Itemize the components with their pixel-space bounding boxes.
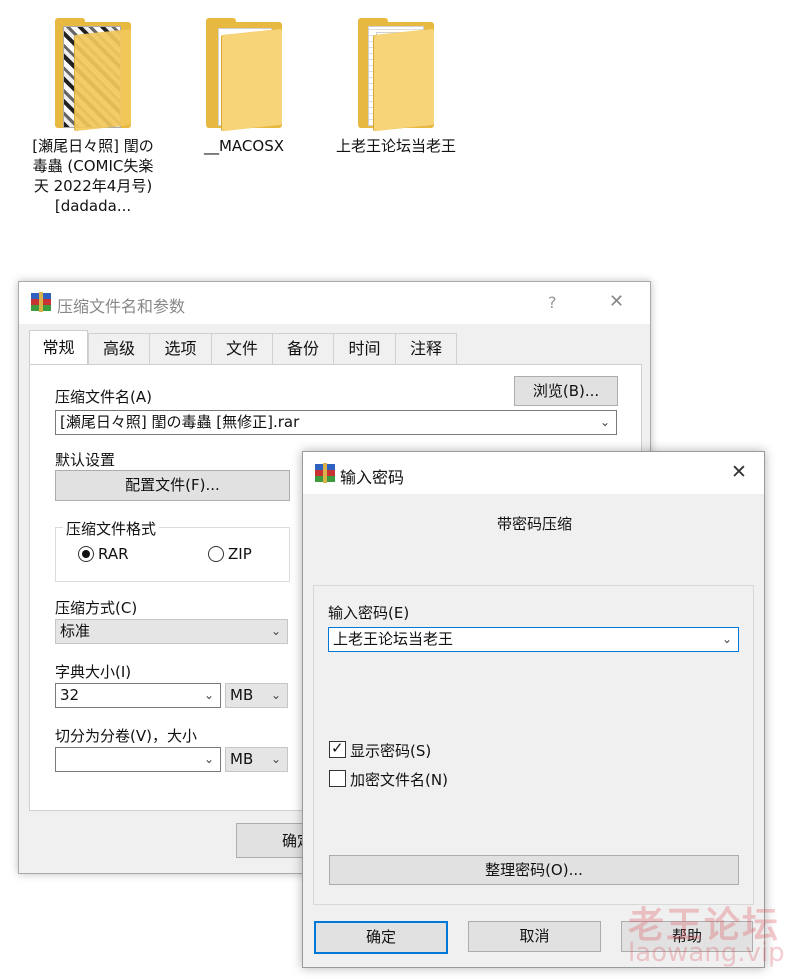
folder-macosx[interactable]: __MACOSX (179, 18, 309, 156)
method-select[interactable]: 标准 ⌄ (55, 619, 288, 644)
zip-label: ZIP (228, 545, 252, 563)
close-icon[interactable]: ✕ (609, 291, 624, 312)
folder-icon (204, 18, 284, 132)
folder-icon (356, 18, 436, 132)
winrar-icon (31, 292, 51, 312)
tab-files[interactable]: 文件 (211, 333, 273, 364)
chevron-down-icon: ⌄ (270, 688, 281, 702)
dict-unit-value: MB (230, 686, 254, 704)
title-bar: 输入密码 ✕ (303, 452, 764, 494)
ok-button[interactable]: 确定 (314, 921, 448, 954)
organize-passwords-button[interactable]: 整理密码(O)... (329, 855, 739, 885)
show-password-label: 显示密码(S) (350, 742, 432, 760)
folder-label: [瀬尾日々照] 閨の毒蟲 (COMIC失楽天 2022年4月号) [dadada… (32, 137, 154, 215)
password-label: 输入密码(E) (328, 604, 410, 622)
split-unit-select[interactable]: MB ⌄ (225, 747, 288, 772)
archive-name-value: [瀬尾日々照] 閨の毒蟲 [無修正].rar (60, 413, 300, 431)
archive-name-combo[interactable]: [瀬尾日々照] 閨の毒蟲 [無修正].rar ⌄ (55, 410, 617, 435)
show-password-checkbox[interactable] (329, 739, 346, 758)
password-value: 上老王论坛当老王 (333, 630, 454, 648)
encrypt-names-checkbox[interactable] (329, 770, 346, 787)
winrar-icon (315, 463, 335, 483)
format-group-label: 压缩文件格式 (63, 518, 160, 539)
browse-button[interactable]: 浏览(B)... (514, 376, 618, 406)
rar-radio[interactable] (78, 546, 94, 562)
folder-icon (53, 18, 133, 131)
cancel-button[interactable]: 取消 (468, 921, 601, 952)
split-label: 切分为分卷(V)，大小 (55, 727, 197, 745)
password-dialog: 输入密码 ✕ 带密码压缩 输入密码(E) 上老王论坛当老王 ⌄ 显示密码(S) … (302, 451, 765, 968)
tab-general[interactable]: 常规 (29, 330, 88, 365)
dialog-subtitle: 带密码压缩 (497, 515, 573, 533)
folder-manga[interactable]: [瀬尾日々照] 閨の毒蟲 (COMIC失楽天 2022年4月号) [dadada… (28, 18, 158, 216)
chevron-down-icon: ⌄ (270, 752, 281, 766)
rar-label: RAR (98, 545, 129, 563)
folder-laowang[interactable]: 上老王论坛当老王 (331, 18, 461, 156)
chevron-down-icon[interactable]: ⌄ (600, 411, 610, 434)
split-unit-value: MB (230, 750, 254, 768)
dict-size-combo[interactable]: 32 ⌄ (55, 683, 221, 708)
password-input[interactable]: 上老王论坛当老王 ⌄ (328, 627, 739, 652)
dialog-title: 压缩文件名和参数 (57, 297, 186, 316)
chevron-down-icon: ⌄ (203, 688, 214, 702)
folder-label: __MACOSX (203, 137, 285, 155)
help-button[interactable]: ? (548, 293, 557, 312)
dict-value: 32 (60, 686, 80, 704)
method-label: 压缩方式(C) (55, 599, 138, 617)
default-settings-label: 默认设置 (55, 451, 116, 469)
encrypt-names-label: 加密文件名(N) (350, 771, 448, 789)
watermark-url: laowang.vip (628, 938, 785, 968)
archive-name-label: 压缩文件名(A) (55, 388, 152, 406)
chevron-down-icon: ⌄ (203, 752, 214, 766)
tab-advanced[interactable]: 高级 (88, 333, 150, 364)
zip-radio[interactable] (208, 546, 224, 562)
tab-comment[interactable]: 注释 (395, 333, 457, 364)
dict-label: 字典大小(I) (55, 663, 132, 681)
chevron-down-icon[interactable]: ⌄ (722, 628, 732, 651)
profiles-button[interactable]: 配置文件(F)... (55, 470, 290, 501)
dialog-title: 输入密码 (340, 468, 405, 487)
tab-backup[interactable]: 备份 (272, 333, 334, 364)
title-bar: 压缩文件名和参数 ? ✕ (19, 282, 650, 324)
split-size-combo[interactable]: ⌄ (55, 747, 221, 772)
tab-time[interactable]: 时间 (333, 333, 396, 364)
dict-unit-select[interactable]: MB ⌄ (225, 683, 288, 708)
method-value: 标准 (60, 622, 91, 640)
tab-options[interactable]: 选项 (149, 333, 212, 364)
chevron-down-icon: ⌄ (270, 624, 281, 638)
close-icon[interactable]: ✕ (731, 461, 747, 483)
folder-label: 上老王论坛当老王 (335, 137, 456, 155)
